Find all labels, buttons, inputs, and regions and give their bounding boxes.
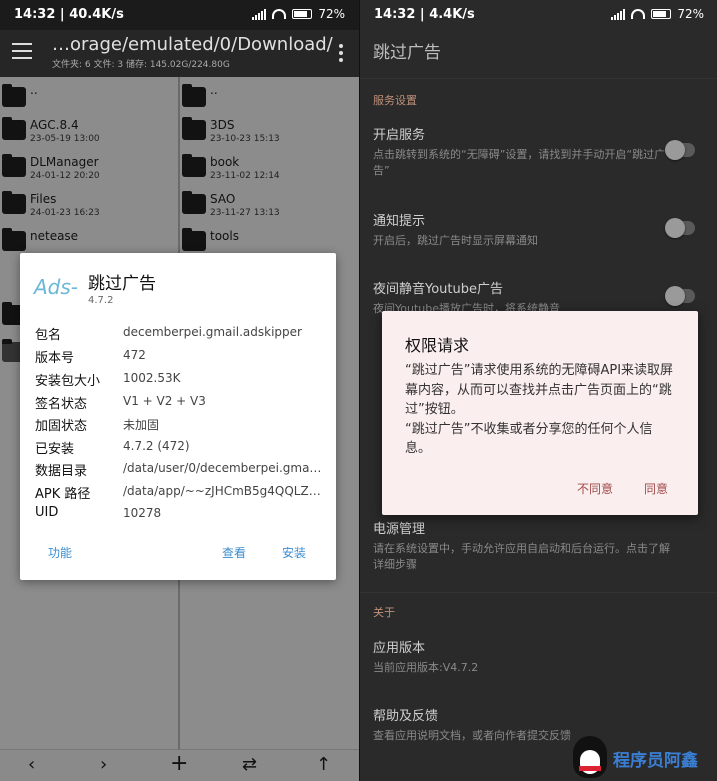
info-row: APK 路径/data/app/~~zJHCmB5g4QQLZj... <box>35 484 322 502</box>
folder-icon <box>2 228 26 251</box>
list-item[interactable]: 3DS 23-10-23 15:13 <box>180 114 359 151</box>
adskipper-settings-panel: 14:32 | 4.4K/s 72% 跳过广告 服务设置 开启服务 点击跳转到系… <box>359 0 717 781</box>
folder-icon <box>2 84 26 107</box>
list-item[interactable]: Files 24-01-23 16:23 <box>0 188 178 225</box>
folder-icon <box>2 154 26 177</box>
app-version: 4.7.2 <box>88 295 114 306</box>
folder-icon <box>182 191 206 214</box>
watermark: 程序员阿鑫 <box>567 736 717 781</box>
dialog-message: “跳过广告”请求使用系统的无障碍API来读取屏幕内容，从而可以查找并点击广告页面… <box>405 363 674 456</box>
info-row: 已安装 4.7.2 (472) <box>35 439 190 457</box>
info-row: 加固状态 未加固 <box>35 418 160 434</box>
toggle-youtube-mute[interactable] <box>665 286 695 306</box>
toggle-enable-service[interactable] <box>665 140 695 160</box>
info-row: 包名 decemberpei.gmail.adskipper <box>35 325 302 343</box>
disagree-button[interactable]: 不同意 <box>577 480 613 497</box>
info-row: 签名状态 V1 + V2 + V3 <box>35 394 206 412</box>
info-row: 数据目录/data/user/0/decemberpei.gmai... <box>35 461 322 479</box>
info-row: 安装包大小 1002.53K <box>35 371 181 389</box>
setting-notification[interactable]: 通知提示 开启后，跳过广告时显示屏幕通知 <box>373 210 707 249</box>
status-time: 14:32 | 4.4K/s <box>374 7 475 22</box>
list-item[interactable]: SAO 23-11-27 13:13 <box>180 188 359 225</box>
toggle-notification[interactable] <box>665 218 695 238</box>
signal-icon <box>252 8 267 20</box>
up-directory-button[interactable]: ↑ <box>316 754 331 775</box>
signal-icon <box>611 8 626 20</box>
current-path: …orage/emulated/0/Download/ <box>52 34 333 55</box>
app-logo: Ads- <box>34 275 79 299</box>
status-bar: 14:32 | 4.4K/s 72% <box>360 0 717 28</box>
file-manager-toolbar: …orage/emulated/0/Download/ 文件夹: 6 文件: 3… <box>0 30 359 77</box>
menu-icon[interactable] <box>12 43 32 59</box>
folder-icon <box>182 84 206 107</box>
add-button[interactable]: + <box>170 751 188 776</box>
permission-dialog: 权限请求 “跳过广告”请求使用系统的无障碍API来读取屏幕内容，从而可以查找并点… <box>382 311 698 515</box>
dialog-title: 跳过广告 <box>88 274 156 294</box>
battery-icon <box>292 9 313 19</box>
battery-percent: 72% <box>318 7 345 21</box>
status-time: 14:32 | 40.4K/s <box>14 7 124 22</box>
page-title: 跳过广告 <box>373 43 441 63</box>
view-button[interactable]: 查看 <box>222 544 246 561</box>
swap-panes-button[interactable]: ⇄ <box>242 754 257 775</box>
app-info-dialog: Ads- 跳过广告 4.7.2 包名 decemberpei.gmail.adsk… <box>20 253 336 580</box>
folder-icon <box>182 117 206 140</box>
list-item[interactable]: .. <box>180 77 359 114</box>
setting-enable-service[interactable]: 开启服务 点击跳转到系统的“无障碍”设置，请找到并手动开启“跳过广告” <box>373 124 707 179</box>
wifi-icon <box>272 9 287 19</box>
file-manager-panel: 14:32 | 40.4K/s 72% …orage/emulated/0/Do… <box>0 0 359 781</box>
back-button[interactable]: ‹ <box>28 754 35 775</box>
list-item[interactable]: book 23-11-02 12:14 <box>180 151 359 188</box>
section-header-about: 关于 <box>373 606 395 619</box>
folder-icon <box>182 228 206 251</box>
agree-button[interactable]: 同意 <box>644 480 668 497</box>
status-bar: 14:32 | 40.4K/s 72% <box>0 0 359 30</box>
battery-percent: 72% <box>677 7 704 21</box>
list-item[interactable]: .. <box>0 77 178 114</box>
bottom-navigation: ‹ › + ⇄ ↑ <box>0 749 359 781</box>
list-item[interactable]: DLManager 24-01-12 20:20 <box>0 151 178 188</box>
section-header-service: 服务设置 <box>373 94 417 107</box>
install-button[interactable]: 安装 <box>282 544 306 561</box>
more-options-icon[interactable] <box>339 44 343 65</box>
info-row: UID 10278 <box>35 505 162 520</box>
function-button[interactable]: 功能 <box>48 544 72 561</box>
folder-icon <box>2 191 26 214</box>
info-row: 版本号 472 <box>35 348 146 366</box>
forward-button[interactable]: › <box>100 754 107 775</box>
battery-icon <box>651 9 672 19</box>
divider <box>360 78 717 79</box>
app-bar: 跳过广告 <box>360 28 717 76</box>
dialog-title: 权限请求 <box>405 336 470 355</box>
folder-icon <box>182 154 206 177</box>
storage-info: 文件夹: 6 文件: 3 储存: 145.02G/224.80G <box>52 60 230 70</box>
penguin-logo-icon <box>573 736 607 778</box>
setting-power-management[interactable]: 电源管理 请在系统设置中，手动允许应用自启动和后台运行。点击了解详细步骤 <box>373 518 707 573</box>
setting-app-version[interactable]: 应用版本 当前应用版本:V4.7.2 <box>373 637 707 676</box>
folder-icon <box>2 117 26 140</box>
divider <box>360 592 717 593</box>
wifi-icon <box>631 9 646 19</box>
list-item[interactable]: AGC.8.4 23-05-19 13:00 <box>0 114 178 151</box>
